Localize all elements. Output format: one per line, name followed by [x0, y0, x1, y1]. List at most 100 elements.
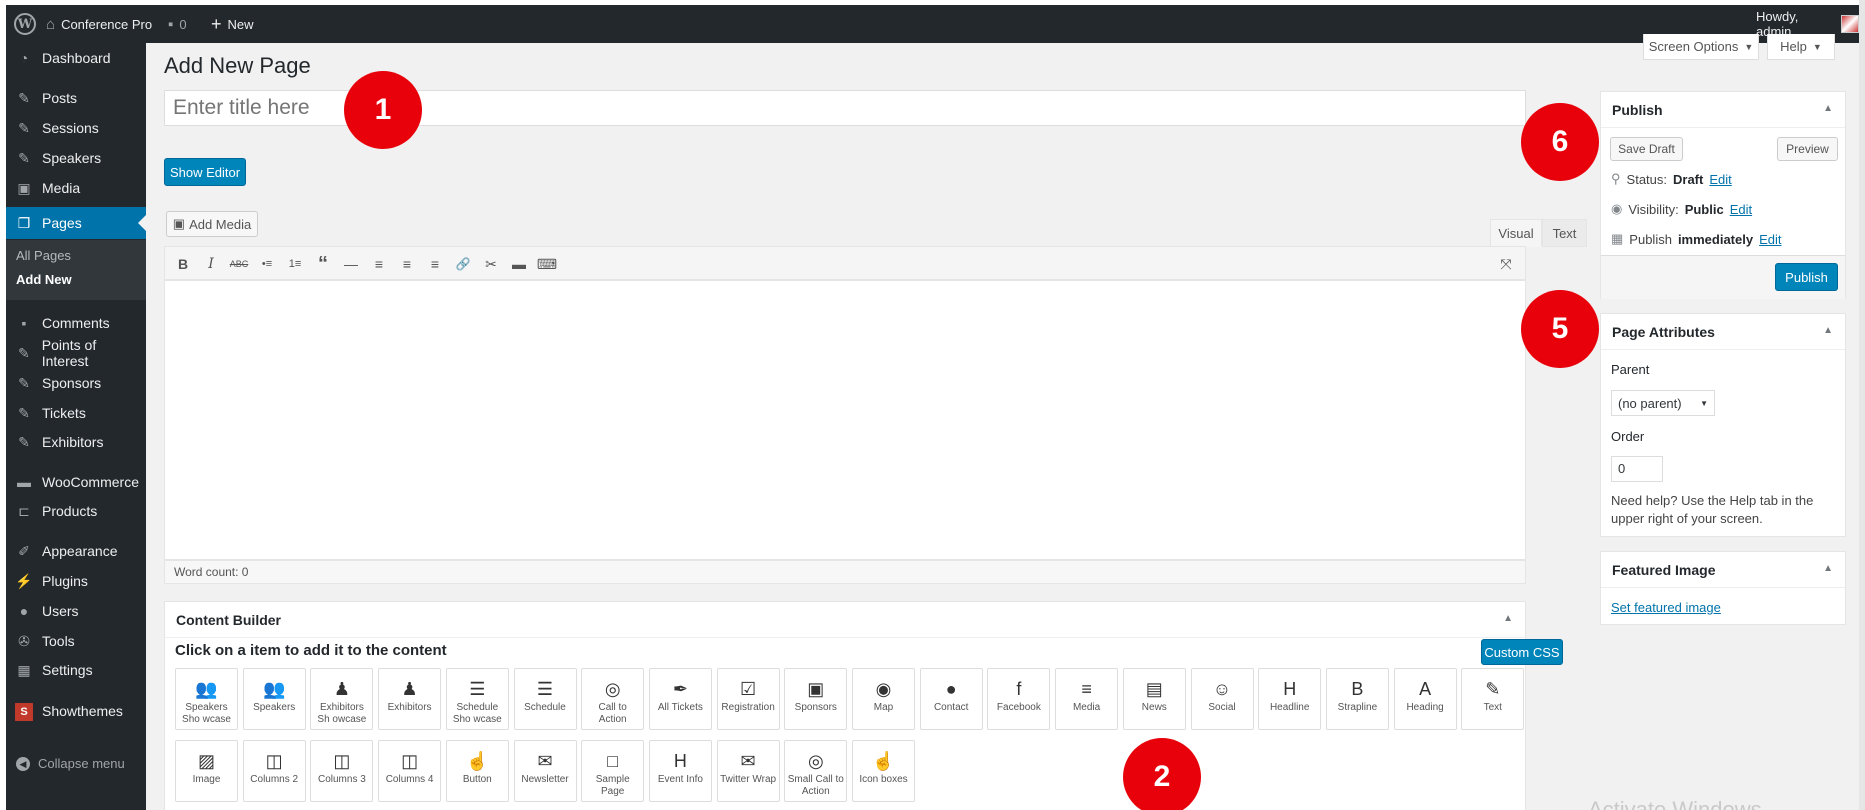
custom-css-button[interactable]: Custom CSS — [1481, 639, 1563, 665]
sidebar-item-exhibitors[interactable]: ✎ Exhibitors — [6, 427, 146, 457]
woocommerce-icon: ▬ — [17, 474, 31, 490]
builder-tile[interactable]: ☑ Registration — [716, 668, 780, 730]
align-center-button[interactable]: ≡ — [396, 253, 418, 275]
strikethrough-button[interactable]: ABC — [228, 253, 250, 275]
builder-tile[interactable]: ✉ Newsletter — [513, 740, 577, 802]
sidebar-item-plugins[interactable]: ⚡ Plugins — [6, 566, 146, 596]
builder-tile[interactable]: ◫ Columns 3 — [310, 740, 374, 802]
set-featured-image-link[interactable]: Set featured image — [1611, 600, 1721, 615]
builder-tile[interactable]: ▣ Sponsors — [784, 668, 848, 730]
site-name-link[interactable]: ⌂ Conference Pro — [46, 5, 152, 43]
order-input[interactable]: 0 — [1611, 456, 1663, 482]
sidebar-item-appearance[interactable]: ✐ Appearance — [6, 536, 146, 566]
remove-link-button[interactable]: ✂ — [480, 253, 502, 275]
builder-tile[interactable]: ▨ Image — [175, 740, 238, 802]
sidebar-item-pages[interactable]: ❐ Pages — [6, 207, 146, 239]
builder-tile[interactable]: f Facebook — [987, 668, 1051, 730]
sidebar-item-speakers[interactable]: ✎ Speakers — [6, 143, 146, 173]
builder-tile[interactable]: B Strapline — [1325, 668, 1389, 730]
builder-tile[interactable]: 👥 Speakers — [242, 668, 306, 730]
parent-select[interactable]: (no parent) ▼ — [1611, 390, 1715, 416]
sidebar-item-points-of-interest[interactable]: ✎ Points of Interest — [6, 337, 146, 369]
new-content-link[interactable]: + New — [211, 5, 254, 43]
builder-tile[interactable]: ◫ Columns 2 — [242, 740, 306, 802]
toolbar-toggle-button[interactable]: ⌨ — [536, 253, 558, 275]
builder-tile[interactable]: ✎ Text — [1461, 668, 1525, 730]
bullet-list-button[interactable]: •≡ — [256, 253, 278, 275]
align-left-button[interactable]: ≡ — [368, 253, 390, 275]
sidebar-item-dashboard[interactable]: ◔ Dashboard — [6, 43, 146, 73]
wordpress-logo-icon[interactable]: W — [14, 5, 36, 43]
builder-tile[interactable]: ● Contact — [919, 668, 983, 730]
sidebar-item-users[interactable]: ● Users — [6, 596, 146, 626]
comments-link[interactable]: ▪ 0 — [168, 5, 187, 43]
publish-box-header[interactable]: Publish ▲ — [1601, 92, 1845, 128]
horizontal-line-button[interactable]: — — [340, 253, 362, 275]
sidebar-item-settings[interactable]: ▦ Settings — [6, 655, 146, 685]
content-builder-header[interactable]: Content Builder ▲ — [165, 602, 1525, 638]
sidebar-item-sponsors[interactable]: ✎ Sponsors — [6, 368, 146, 398]
builder-tile[interactable]: ♟ Exhibitors — [378, 668, 442, 730]
editor-content-area[interactable] — [164, 280, 1526, 560]
builder-tile[interactable]: A Heading — [1393, 668, 1457, 730]
page-attributes-header[interactable]: Page Attributes ▲ — [1601, 314, 1845, 350]
builder-tile[interactable]: ☰ Schedule — [513, 668, 577, 730]
submenu-all-pages[interactable]: All Pages — [16, 248, 71, 263]
schedule-row: ▦ Publish immediately Edit — [1611, 231, 1782, 247]
submenu-add-new[interactable]: Add New — [16, 272, 72, 287]
builder-tile[interactable]: ◎ Small Call to Action — [784, 740, 848, 802]
builder-tile[interactable]: ☺ Social — [1190, 668, 1254, 730]
builder-tile[interactable]: ✉ Twitter Wrap — [716, 740, 780, 802]
status-edit-link[interactable]: Edit — [1709, 172, 1731, 187]
builder-tile[interactable]: ☝ Icon boxes — [852, 740, 915, 802]
builder-tile[interactable]: 👥 Speakers Sho wcase — [175, 668, 238, 730]
builder-tile[interactable]: ♟ Exhibitors Sh owcase — [310, 668, 374, 730]
sidebar-item-comments[interactable]: ▪ Comments — [6, 308, 146, 338]
bold-button[interactable]: B — [172, 253, 194, 275]
add-media-button[interactable]: ▣ Add Media — [166, 211, 258, 237]
sidebar-item-sessions[interactable]: ✎ Sessions — [6, 113, 146, 143]
save-draft-button[interactable]: Save Draft — [1610, 137, 1683, 161]
tab-visual[interactable]: Visual — [1490, 219, 1542, 247]
fullscreen-icon[interactable]: ⤧ — [1495, 253, 1517, 275]
builder-tile[interactable]: ≡ Media — [1055, 668, 1119, 730]
featured-image-header[interactable]: Featured Image ▲ — [1601, 552, 1845, 588]
help-button[interactable]: Help ▼ — [1767, 34, 1835, 60]
collapse-toggle-icon[interactable]: ▲ — [1823, 563, 1833, 574]
publish-button[interactable]: Publish — [1775, 263, 1838, 291]
collapse-toggle-icon[interactable]: ▲ — [1503, 613, 1513, 624]
numbered-list-button[interactable]: 1≡ — [284, 253, 306, 275]
builder-tile[interactable]: ☰ Schedule Sho wcase — [445, 668, 509, 730]
blockquote-button[interactable]: “ — [312, 253, 334, 275]
tab-text[interactable]: Text — [1542, 219, 1587, 247]
page-title: Add New Page — [164, 53, 311, 78]
builder-tile[interactable]: □ Sample Page — [581, 740, 645, 802]
builder-tile[interactable]: H Event Info — [648, 740, 712, 802]
collapse-toggle-icon[interactable]: ▲ — [1823, 103, 1833, 114]
preview-button[interactable]: Preview — [1777, 137, 1838, 161]
builder-tile[interactable]: ◫ Columns 4 — [378, 740, 442, 802]
builder-tile[interactable]: ▤ News — [1122, 668, 1186, 730]
sidebar-item-tickets[interactable]: ✎ Tickets — [6, 398, 146, 428]
show-editor-button[interactable]: Show Editor — [164, 158, 246, 186]
sidebar-item-woocommerce[interactable]: ▬ WooCommerce — [6, 467, 146, 497]
collapse-toggle-icon[interactable]: ▲ — [1823, 325, 1833, 336]
sidebar-item-media[interactable]: ▣ Media — [6, 173, 146, 203]
schedule-edit-link[interactable]: Edit — [1759, 232, 1781, 247]
sidebar-item-showthemes[interactable]: S Showthemes — [6, 696, 146, 726]
sidebar-item-products[interactable]: ⊏ Products — [6, 496, 146, 526]
visibility-edit-link[interactable]: Edit — [1730, 202, 1752, 217]
sidebar-item-posts[interactable]: ✎ Posts — [6, 83, 146, 113]
screen-options-button[interactable]: Screen Options ▼ — [1643, 34, 1759, 60]
builder-tile[interactable]: H Headline — [1258, 668, 1322, 730]
builder-tile[interactable]: ☝ Button — [445, 740, 509, 802]
builder-tile[interactable]: ✒ All Tickets — [648, 668, 712, 730]
builder-tile[interactable]: ◉ Map — [852, 668, 915, 730]
italic-button[interactable]: I — [200, 253, 222, 275]
align-right-button[interactable]: ≡ — [424, 253, 446, 275]
sidebar-item-tools[interactable]: ✇ Tools — [6, 626, 146, 656]
collapse-menu-button[interactable]: ◀ Collapse menu — [16, 756, 125, 771]
builder-tile[interactable]: ◎ Call to Action — [581, 668, 645, 730]
insert-link-button[interactable]: 🔗 — [452, 253, 474, 275]
read-more-button[interactable]: ▬ — [508, 253, 530, 275]
